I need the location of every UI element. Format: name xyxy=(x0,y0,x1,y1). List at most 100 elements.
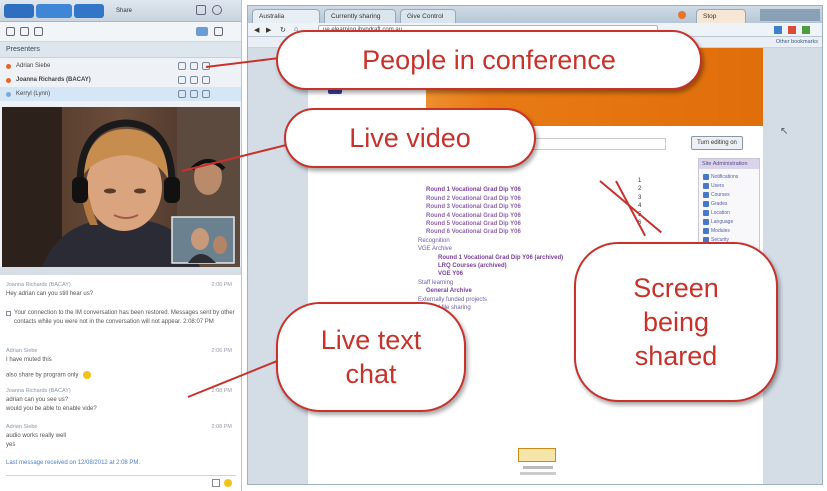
extension-icon[interactable] xyxy=(802,26,810,34)
font-icon[interactable] xyxy=(212,479,220,487)
callout-live-video: Live video xyxy=(284,108,536,168)
footer-text xyxy=(520,472,556,475)
chat-sender: Adrian Siebe xyxy=(6,424,38,430)
back-icon[interactable]: ◀ xyxy=(254,26,259,34)
chat-timestamp: 2:08 PM xyxy=(211,388,232,394)
chat-timestamp: 2:06 PM xyxy=(211,282,232,288)
im-icon xyxy=(178,90,186,98)
smiley-icon xyxy=(83,371,92,379)
callout-text: being xyxy=(642,307,710,337)
chat-system-message: Your connection to the IM conversation h… xyxy=(6,309,236,327)
course-category-link[interactable]: Recognition xyxy=(418,237,450,245)
conference-panel: Share Presenters Adrian Siebe Joanna Ric… xyxy=(0,0,242,491)
give-control-button[interactable]: Give Control xyxy=(400,9,456,23)
microphone-icon xyxy=(190,76,198,84)
chat-message: yes xyxy=(6,441,236,450)
admin-menu-link[interactable]: Notifications xyxy=(703,173,738,181)
presence-dot xyxy=(6,64,11,69)
course-count: 2 xyxy=(638,186,642,193)
window-controls[interactable] xyxy=(760,9,820,21)
participants-header: Presenters xyxy=(0,42,241,58)
footer-text xyxy=(523,466,553,469)
video-tab-button[interactable] xyxy=(74,4,104,18)
chat-sender: Joanna Richards (BACAY) xyxy=(6,282,71,288)
callout-people-in-conference: People in conference xyxy=(276,30,702,90)
course-category-link[interactable]: Round 1 Vocational Grad Dip Y06 xyxy=(426,186,521,194)
chat-history[interactable]: Joanna Richards (BACAY) 2:06 PM Hey adri… xyxy=(0,275,241,491)
extension-icon[interactable] xyxy=(788,26,796,34)
admin-menu-link[interactable]: Users xyxy=(703,182,724,190)
chat-text: yes xyxy=(6,442,16,448)
settings-icon[interactable] xyxy=(214,27,223,36)
video-camera-icon xyxy=(202,76,210,84)
emoticon-icon[interactable] xyxy=(224,479,232,487)
extension-icon[interactable] xyxy=(774,26,782,34)
presence-dot xyxy=(6,78,11,83)
panel-divider[interactable] xyxy=(0,267,241,275)
options-icon[interactable] xyxy=(196,5,206,15)
im-icon xyxy=(178,62,186,70)
chat-text: also share by program only xyxy=(6,372,79,379)
admin-menu-link[interactable]: Language xyxy=(703,218,733,226)
chat-timestamp: 2:08 PM xyxy=(211,424,232,430)
admin-menu-link[interactable]: Grades xyxy=(703,200,727,208)
course-category-link[interactable]: Round 4 Vocational Grad Dip Y06 xyxy=(426,212,521,220)
forward-icon[interactable]: ▶ xyxy=(266,26,271,34)
course-category-link[interactable]: Round 5 Vocational Grad Dip Y06 xyxy=(426,220,521,228)
course-category-link[interactable]: Round 6 Vocational Grad Dip Y06 xyxy=(426,228,521,236)
other-bookmarks-link[interactable]: Other bookmarks xyxy=(776,37,818,48)
sound-icon[interactable] xyxy=(20,27,29,36)
block-title: Site Administration xyxy=(699,159,759,169)
course-category-link[interactable]: VGE Archive xyxy=(418,245,452,253)
course-count: 1 xyxy=(638,178,642,184)
video-camera-icon xyxy=(202,90,210,98)
im-tab-button[interactable] xyxy=(4,4,34,18)
call-tab-button[interactable] xyxy=(36,4,72,18)
course-category-link[interactable]: Round 1 Vocational Grad Dip Y06 (archive… xyxy=(438,254,563,262)
people-icon[interactable] xyxy=(212,5,222,15)
course-category-link[interactable]: VGE Y06 xyxy=(438,270,463,278)
callout-text: shared xyxy=(634,341,718,371)
course-category-link[interactable]: Round 3 Vocational Grad Dip Y06 xyxy=(426,203,521,211)
callout-text: Live video xyxy=(349,122,471,153)
chat-text: adrian can you see us? xyxy=(6,397,69,403)
participant-name: Kerryl (Lynn) xyxy=(16,91,51,97)
currently-sharing-indicator: Currently sharing xyxy=(324,9,396,23)
admin-menu-link[interactable]: Modules xyxy=(703,227,730,235)
chat-text: audio works really well xyxy=(6,433,67,439)
im-icon xyxy=(178,76,186,84)
chat-message: Joanna Richards (BACAY) 2:06 PM Hey adri… xyxy=(6,281,236,299)
participant-name: Adrian Siebe xyxy=(16,63,51,69)
moodle-logo[interactable] xyxy=(518,448,556,462)
chat-timestamp: 2:06 PM xyxy=(211,348,232,354)
chat-message: Adrian Siebe 2:08 PM audio works really … xyxy=(6,423,236,441)
tab-elearning[interactable]: Australia Elearning xyxy=(252,9,320,34)
info-icon xyxy=(6,311,11,316)
last-message-status: Last message received on 12/08/2012 at 2… xyxy=(6,460,141,466)
chat-input[interactable] xyxy=(6,475,236,489)
chat-message: also share by program only xyxy=(6,371,236,381)
edit-icon[interactable] xyxy=(6,27,15,36)
course-category-link[interactable]: Staff learning xyxy=(418,279,453,287)
turn-editing-on-button[interactable]: Turn editing on xyxy=(691,136,743,150)
admin-menu-link[interactable]: Location xyxy=(703,209,730,217)
stop-sharing-button[interactable]: Stop Sharing xyxy=(696,9,746,34)
chat-message: Adrian Siebe 2:06 PM I have muted this xyxy=(6,347,236,365)
course-category-link[interactable]: General Archive xyxy=(426,287,472,295)
course-count: 4 xyxy=(638,203,642,210)
admin-menu-link[interactable]: Courses xyxy=(703,191,730,199)
participant-row[interactable]: Joanna Richards (BACAY) xyxy=(0,73,241,87)
callout-text: chat xyxy=(345,359,397,389)
participant-name: Joanna Richards (BACAY) xyxy=(16,77,91,83)
list-icon[interactable] xyxy=(34,27,43,36)
course-category-link[interactable]: Round 2 Vocational Grad Dip Y06 xyxy=(426,195,521,203)
sharing-status-icon xyxy=(678,11,686,19)
chat-sender: Adrian Siebe xyxy=(6,348,38,354)
live-video-feed[interactable] xyxy=(2,107,240,267)
microphone-icon xyxy=(190,90,198,98)
callout-text: People in conference xyxy=(362,44,616,75)
reload-icon[interactable]: ↻ xyxy=(280,26,286,34)
participant-row[interactable]: Kerryl (Lynn) xyxy=(0,87,241,101)
course-category-link[interactable]: LRQ Courses (archived) xyxy=(438,262,507,270)
share-menu-button[interactable]: Share xyxy=(112,4,136,18)
